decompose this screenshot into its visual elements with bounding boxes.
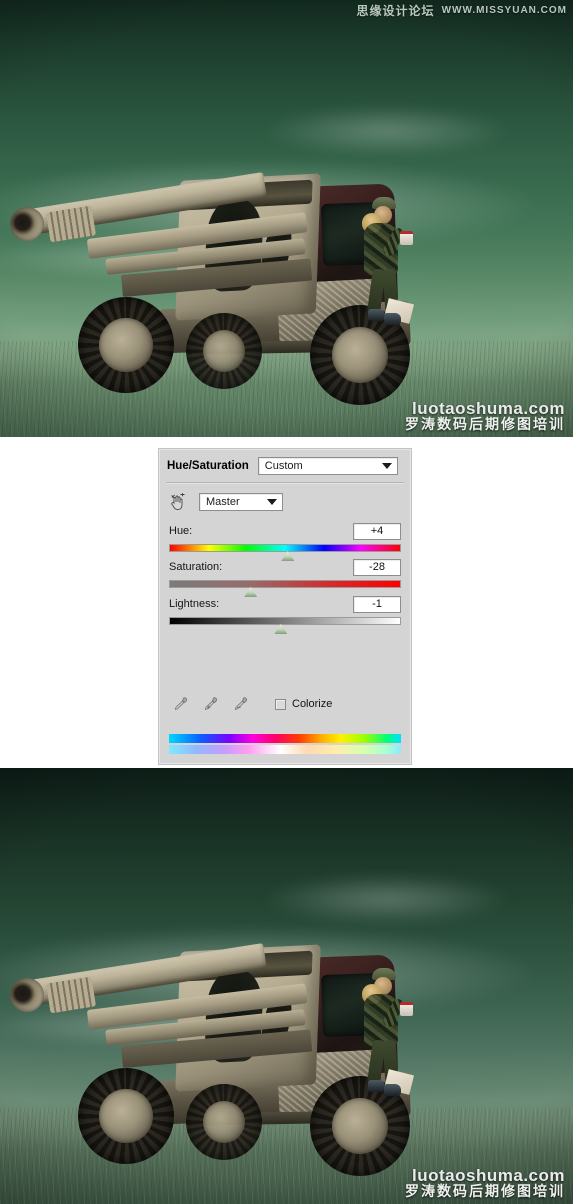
channel-dropdown[interactable]: Master (199, 493, 283, 511)
header-divider (166, 482, 404, 483)
dialog-title: Hue/Saturation (167, 460, 249, 472)
wheel (186, 313, 262, 389)
hue-saturation-dialog[interactable]: Hue/Saturation Custom Master Hue: +4 Sat… (158, 448, 412, 765)
brand-watermark-en: luotaoshuma.com (412, 1166, 565, 1186)
barrel-sleeve (45, 976, 97, 1014)
hue-preview-bars (169, 734, 401, 754)
before-photo: 思缘设计论坛 WWW.MISSYUAN.COM luotaoshuma.com … (0, 0, 573, 437)
colorize-label: Colorize (292, 698, 333, 710)
channel-row: Master (169, 491, 401, 513)
hue-value-input[interactable]: +4 (353, 522, 401, 540)
wheel (186, 1084, 262, 1160)
preset-value: Custom (264, 460, 303, 472)
source-hue-bar (169, 734, 401, 743)
dialog-area: Hue/Saturation Custom Master Hue: +4 Sat… (0, 437, 573, 768)
artillery-vehicle (7, 172, 450, 405)
colorize-option[interactable]: Colorize (275, 698, 332, 710)
cloud-haze (229, 863, 545, 934)
artillery-vehicle (7, 943, 450, 1176)
eyedropper-add-icon[interactable] (203, 696, 219, 712)
eyedropper-tools-row: Colorize (173, 693, 401, 715)
brand-watermark-cn: 罗涛数码后期修图培训 (405, 1184, 565, 1201)
hue-label: Hue: (169, 525, 193, 537)
on-image-adjust-hand-icon[interactable] (169, 493, 187, 511)
saturation-value-input[interactable]: -28 (353, 558, 401, 576)
lightness-slider-group: Lightness: -1 (169, 595, 401, 634)
saturation-label: Saturation: (169, 561, 223, 573)
lightness-value: -1 (372, 598, 382, 610)
brand-watermark: luotaoshuma.com 罗涛数码后期修图培训 (405, 1167, 565, 1200)
forum-watermark: 思缘设计论坛 WWW.MISSYUAN.COM (357, 2, 567, 19)
saturation-slider-group: Saturation: -28 (169, 558, 401, 597)
hue-slider-group: Hue: +4 (169, 522, 401, 561)
wheel (78, 1068, 174, 1164)
saturation-value: -28 (369, 561, 385, 573)
colorize-checkbox[interactable] (275, 698, 286, 710)
barrel-sleeve (45, 205, 97, 243)
hue-value: +4 (370, 525, 384, 537)
brand-watermark-en: luotaoshuma.com (412, 399, 565, 419)
wheel (78, 297, 174, 393)
brand-watermark: luotaoshuma.com 罗涛数码后期修图培训 (405, 400, 565, 433)
saturation-rail[interactable] (169, 580, 401, 588)
forum-watermark-url: WWW.MISSYUAN.COM (441, 5, 567, 16)
lightness-slider-thumb[interactable] (274, 624, 288, 634)
lightness-rail[interactable] (169, 617, 401, 625)
brand-watermark-cn: 罗涛数码后期修图培训 (405, 417, 565, 434)
tutorial-page: 思缘设计论坛 WWW.MISSYUAN.COM luotaoshuma.com … (0, 0, 573, 1204)
chevron-down-icon (381, 463, 392, 469)
hue-rail[interactable] (169, 544, 401, 552)
after-photo: luotaoshuma.com 罗涛数码后期修图培训 (0, 768, 573, 1204)
eyedropper-subtract-icon[interactable] (233, 696, 249, 712)
result-hue-bar[interactable] (169, 745, 401, 754)
chevron-down-icon (267, 499, 277, 505)
forum-watermark-cn: 思缘设计论坛 (356, 4, 435, 18)
lightness-value-input[interactable]: -1 (353, 595, 401, 613)
channel-value: Master (206, 496, 240, 508)
lightness-label: Lightness: (169, 598, 220, 610)
cloud-haze (229, 96, 545, 167)
preset-dropdown[interactable]: Custom (257, 457, 398, 475)
dialog-header: Hue/Saturation Custom (167, 455, 403, 477)
eyedropper-icon[interactable] (173, 696, 189, 712)
